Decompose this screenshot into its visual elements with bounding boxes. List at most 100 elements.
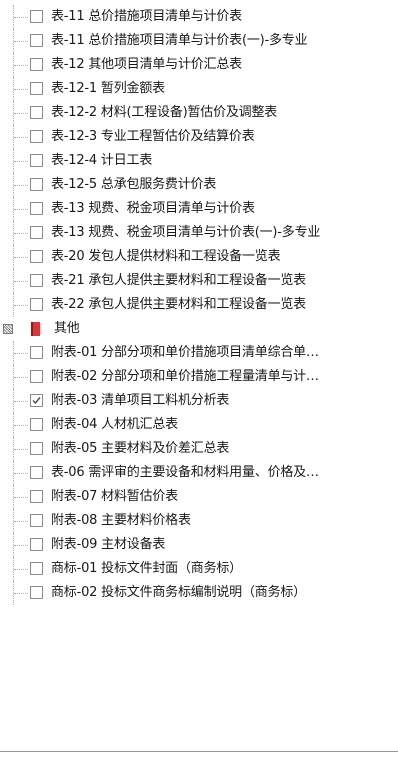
- tree-item[interactable]: 表-20 发包人提供材料和工程设备一览表: [0, 245, 398, 269]
- checkbox[interactable]: [30, 250, 43, 263]
- book-icon: [30, 321, 42, 337]
- tree-item[interactable]: 附表-09 主材设备表: [0, 533, 398, 557]
- tree-item[interactable]: 附表-05 主要材料及价差汇总表: [0, 437, 398, 461]
- checkbox[interactable]: [30, 202, 43, 215]
- tree-item-label[interactable]: 表-22 承包人提供主要材料和工程设备一览表: [51, 296, 306, 313]
- tree-item-label[interactable]: 表-12-1 暂列金额表: [51, 80, 165, 97]
- tree-item-label[interactable]: 附表-02 分部分项和单价措施工程量清单与计…: [51, 368, 319, 385]
- tree-branch-line: [14, 137, 28, 138]
- checkbox[interactable]: [30, 274, 43, 287]
- tree-item[interactable]: 表-12-5 总承包服务费计价表: [0, 173, 398, 197]
- tree-item-label[interactable]: 表-06 需评审的主要设备和材料用量、价格及…: [51, 464, 319, 481]
- tree-branch-line: [14, 473, 28, 474]
- tree-branch-line: [14, 17, 28, 18]
- checkbox-checked[interactable]: [30, 394, 43, 407]
- tree-item-label[interactable]: 表-12-5 总承包服务费计价表: [51, 176, 216, 193]
- tree-item-label[interactable]: 表-21 承包人提供主要材料和工程设备一览表: [51, 272, 306, 289]
- tree-item[interactable]: 表-12-4 计日工表: [0, 149, 398, 173]
- tree-item-label[interactable]: 表-20 发包人提供材料和工程设备一览表: [51, 248, 281, 265]
- group-label[interactable]: 其他: [54, 320, 80, 337]
- checkbox[interactable]: [30, 10, 43, 23]
- checkbox[interactable]: [30, 298, 43, 311]
- tree-item[interactable]: 表-22 承包人提供主要材料和工程设备一览表: [0, 293, 398, 317]
- checkbox[interactable]: [30, 58, 43, 71]
- tree-branch-line: [14, 569, 28, 570]
- checkbox[interactable]: [30, 490, 43, 503]
- checkbox[interactable]: [30, 178, 43, 191]
- tree-rows: 表-11 总价措施项目清单与计价表表-11 总价措施项目清单与计价表(一)-多专…: [0, 5, 398, 605]
- tree-item-label[interactable]: 表-11 总价措施项目清单与计价表: [51, 8, 242, 25]
- tree-item[interactable]: 表-06 需评审的主要设备和材料用量、价格及…: [0, 461, 398, 485]
- tree-branch-line: [14, 521, 28, 522]
- tree-item[interactable]: 表-11 总价措施项目清单与计价表: [0, 5, 398, 29]
- tree-branch-line: [14, 305, 28, 306]
- tree-branch-line: [14, 161, 28, 162]
- tree-item[interactable]: 表-21 承包人提供主要材料和工程设备一览表: [0, 269, 398, 293]
- tree-item[interactable]: 附表-02 分部分项和单价措施工程量清单与计…: [0, 365, 398, 389]
- tree-item-label[interactable]: 表-12 其他项目清单与计价汇总表: [51, 56, 242, 73]
- tree-item[interactable]: 表-13 规费、税金项目清单与计价表(一)-多专业: [0, 221, 398, 245]
- tree-item[interactable]: 附表-01 分部分项和单价措施项目清单综合单…: [0, 341, 398, 365]
- tree-item-label[interactable]: 附表-07 材料暂估价表: [51, 488, 178, 505]
- checkbox[interactable]: [30, 466, 43, 479]
- tree-item-label[interactable]: 附表-08 主要材料价格表: [51, 512, 191, 529]
- tree-item-label[interactable]: 附表-04 人材机汇总表: [51, 416, 178, 433]
- tree-branch-line: [14, 449, 28, 450]
- checkbox[interactable]: [30, 346, 43, 359]
- tree-branch-line: [14, 41, 28, 42]
- tree-item-label[interactable]: 附表-01 分部分项和单价措施项目清单综合单…: [51, 344, 319, 361]
- tree-item[interactable]: 表-12-1 暂列金额表: [0, 77, 398, 101]
- tree-branch-line: [14, 65, 28, 66]
- tree-item-label[interactable]: 附表-09 主材设备表: [51, 536, 165, 553]
- partial-state-expander-icon[interactable]: [3, 324, 13, 334]
- tree-item[interactable]: 附表-04 人材机汇总表: [0, 413, 398, 437]
- tree-item-label[interactable]: 表-13 规费、税金项目清单与计价表(一)-多专业: [51, 224, 320, 241]
- tree-item[interactable]: 表-13 规费、税金项目清单与计价表: [0, 197, 398, 221]
- tree-item[interactable]: 商标-01 投标文件封面（商务标）: [0, 557, 398, 581]
- checkbox[interactable]: [30, 370, 43, 383]
- tree-item[interactable]: 表-12-2 材料(工程设备)暂估价及调整表: [0, 101, 398, 125]
- tree-item-label[interactable]: 表-13 规费、税金项目清单与计价表: [51, 200, 255, 217]
- checkbox[interactable]: [30, 106, 43, 119]
- tree-branch-line: [14, 257, 28, 258]
- tree-branch-line: [14, 89, 28, 90]
- tree-branch-line: [14, 281, 28, 282]
- tree-branch-line: [14, 545, 28, 546]
- tree-item-label[interactable]: 附表-03 清单项目工料机分析表: [51, 392, 229, 409]
- tree-group-other[interactable]: 其他: [0, 317, 398, 341]
- tree-item-label[interactable]: 表-12-3 专业工程暂估价及结算价表: [51, 128, 255, 145]
- checkbox[interactable]: [30, 442, 43, 455]
- tree-item-label[interactable]: 表-11 总价措施项目清单与计价表(一)-多专业: [51, 32, 308, 49]
- tree-item[interactable]: 附表-03 清单项目工料机分析表: [0, 389, 398, 413]
- checkbox[interactable]: [30, 586, 43, 599]
- tree-item[interactable]: 表-12-3 专业工程暂估价及结算价表: [0, 125, 398, 149]
- checkbox[interactable]: [30, 130, 43, 143]
- tree-item[interactable]: 附表-08 主要材料价格表: [0, 509, 398, 533]
- checkbox[interactable]: [30, 514, 43, 527]
- checkbox[interactable]: [30, 226, 43, 239]
- tree-branch-line: [14, 425, 28, 426]
- checkbox[interactable]: [30, 562, 43, 575]
- tree-item[interactable]: 表-12 其他项目清单与计价汇总表: [0, 53, 398, 77]
- checkbox[interactable]: [30, 82, 43, 95]
- checkbox[interactable]: [30, 34, 43, 47]
- tree-item[interactable]: 表-11 总价措施项目清单与计价表(一)-多专业: [0, 29, 398, 53]
- tree-item[interactable]: 商标-02 投标文件商务标编制说明（商务标）: [0, 581, 398, 605]
- tree-item-label[interactable]: 商标-02 投标文件商务标编制说明（商务标）: [51, 584, 306, 601]
- tree-item-label[interactable]: 表-12-4 计日工表: [51, 152, 152, 169]
- tree-item-label[interactable]: 表-12-2 材料(工程设备)暂估价及调整表: [51, 104, 277, 121]
- tree-item-label[interactable]: 商标-01 投标文件封面（商务标）: [51, 560, 242, 577]
- tree-branch-line: [14, 497, 28, 498]
- checkmark-icon: [32, 397, 41, 405]
- tree-branch-line: [14, 185, 28, 186]
- checkbox[interactable]: [30, 418, 43, 431]
- tree-branch-line: [14, 593, 28, 594]
- tree-item[interactable]: 附表-07 材料暂估价表: [0, 485, 398, 509]
- tree-branch-line: [14, 113, 28, 114]
- tree-branch-line: [14, 377, 28, 378]
- tree-branch-line: [14, 401, 28, 402]
- tree-branch-line: [14, 209, 28, 210]
- checkbox[interactable]: [30, 154, 43, 167]
- tree-item-label[interactable]: 附表-05 主要材料及价差汇总表: [51, 440, 229, 457]
- checkbox[interactable]: [30, 538, 43, 551]
